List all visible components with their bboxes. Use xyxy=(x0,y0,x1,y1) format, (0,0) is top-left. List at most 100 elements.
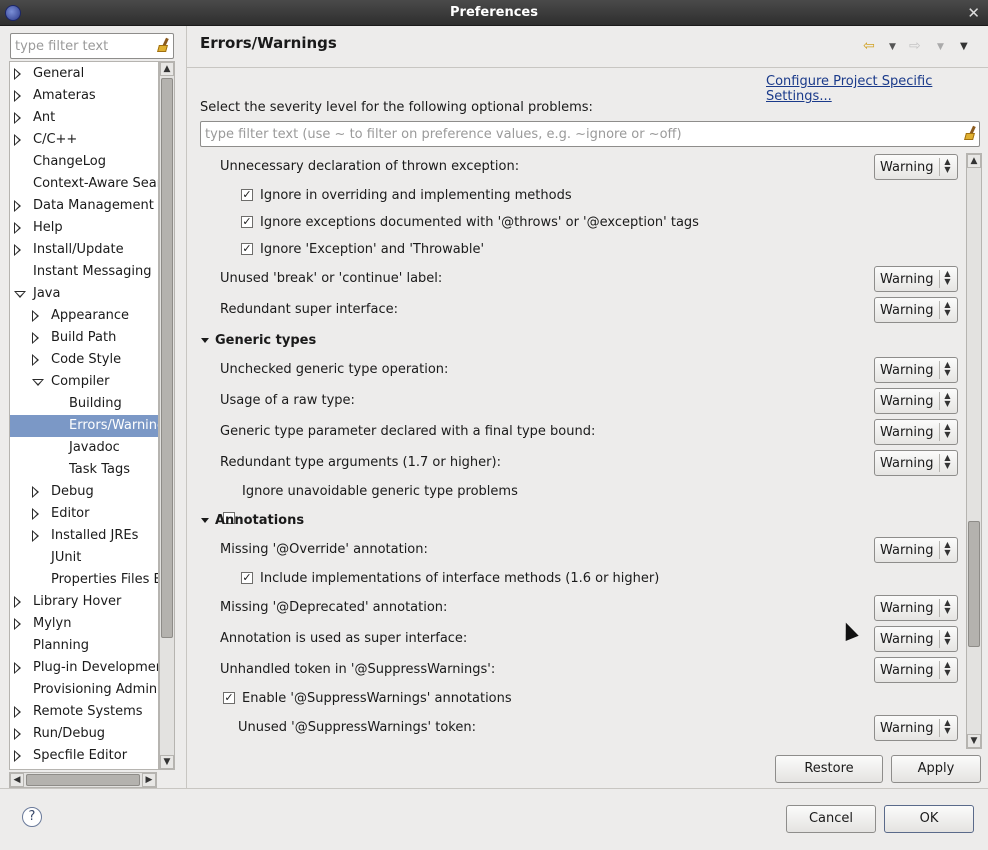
unhandled-token-select[interactable]: Warning ▲ ▼ xyxy=(874,657,958,683)
tree-item-junit[interactable]: JUnit xyxy=(10,547,158,569)
clear-filter-icon[interactable] xyxy=(963,125,977,140)
unnecessary-thrown-select[interactable]: Warning ▲ ▼ xyxy=(874,154,958,180)
tree-item-instant-messaging[interactable]: Instant Messaging xyxy=(10,261,158,283)
restore-defaults-button[interactable]: Restore Defaults xyxy=(775,755,883,802)
help-icon[interactable]: ? xyxy=(22,807,42,827)
collapse-triangle-icon[interactable] xyxy=(201,338,209,343)
tree-item-specfile-editor[interactable]: Specfile Editor xyxy=(10,745,158,767)
section-annotations[interactable]: Annotations xyxy=(215,513,304,528)
tree-filter-input[interactable]: type filter text xyxy=(10,33,174,59)
ignore-exception-checkbox[interactable]: ✓ xyxy=(241,243,253,255)
expand-triangle-icon[interactable] xyxy=(14,662,21,674)
expand-triangle-icon[interactable] xyxy=(14,728,21,740)
expand-triangle-icon[interactable] xyxy=(14,68,21,80)
tree-item-properties-files-e[interactable]: Properties Files E xyxy=(10,569,158,591)
ok-button[interactable]: OK xyxy=(884,805,974,833)
preferences-tree[interactable]: General Amateras Ant C/C++ ChangeLog Context-… xyxy=(9,61,159,770)
hscroll-thumb[interactable] xyxy=(26,774,140,786)
redundant-args-select[interactable]: Warning ▲ ▼ xyxy=(874,450,958,476)
expand-triangle-icon[interactable] xyxy=(14,244,21,256)
forward-arrow-icon[interactable]: ⇨ xyxy=(909,38,921,54)
tree-item-plug-in-development[interactable]: Plug-in Development xyxy=(10,657,158,679)
expand-triangle-icon[interactable] xyxy=(32,530,39,542)
tree-item-ant[interactable]: Ant xyxy=(10,107,158,129)
ignore-overriding-checkbox[interactable]: ✓ xyxy=(241,189,253,201)
expand-triangle-icon[interactable] xyxy=(14,750,21,762)
expand-triangle-icon[interactable] xyxy=(32,486,39,498)
expand-triangle-icon[interactable] xyxy=(14,596,21,608)
tree-item-task-tags[interactable]: Task Tags xyxy=(10,459,158,481)
collapse-triangle-icon[interactable] xyxy=(32,379,44,386)
tree-item-errors-warnings[interactable]: Errors/Warnings xyxy=(10,415,158,437)
expand-triangle-icon[interactable] xyxy=(32,508,39,520)
close-icon[interactable]: ✕ xyxy=(967,4,980,22)
ignore-documented-checkbox[interactable]: ✓ xyxy=(241,216,253,228)
expand-triangle-icon[interactable] xyxy=(32,354,39,366)
scroll-up-arrow-icon[interactable]: ▲ xyxy=(160,62,174,76)
tree-item-javadoc[interactable]: Javadoc xyxy=(10,437,158,459)
scroll-down-arrow-icon[interactable]: ▼ xyxy=(967,734,981,748)
tree-item-provisioning-admin[interactable]: Provisioning Admin xyxy=(10,679,158,701)
tree-item-library-hover[interactable]: Library Hover xyxy=(10,591,158,613)
tree-item-installed-jres[interactable]: Installed JREs xyxy=(10,525,158,547)
tree-item-data-management[interactable]: Data Management xyxy=(10,195,158,217)
missing-deprecated-select[interactable]: Warning ▲ ▼ xyxy=(874,595,958,621)
collapse-triangle-icon[interactable] xyxy=(14,291,26,298)
tree-item-debug[interactable]: Debug xyxy=(10,481,158,503)
apply-button[interactable]: Apply xyxy=(891,755,981,783)
expand-triangle-icon[interactable] xyxy=(14,134,21,146)
cancel-button[interactable]: Cancel xyxy=(786,805,876,833)
tree-item-remote-systems[interactable]: Remote Systems xyxy=(10,701,158,723)
content-vertical-scrollbar[interactable]: ▲ ▼ xyxy=(966,153,982,749)
tree-item-c-c-[interactable]: C/C++ xyxy=(10,129,158,151)
tree-item-planning[interactable]: Planning xyxy=(10,635,158,657)
tree-item-install-update[interactable]: Install/Update xyxy=(10,239,158,261)
expand-triangle-icon[interactable] xyxy=(14,222,21,234)
expand-triangle-icon[interactable] xyxy=(14,90,21,102)
expand-triangle-icon[interactable] xyxy=(32,332,39,344)
tree-item-help[interactable]: Help xyxy=(10,217,158,239)
expand-triangle-icon[interactable] xyxy=(14,618,21,630)
unused-break-select[interactable]: Warning ▲ ▼ xyxy=(874,266,958,292)
annotation-super-select[interactable]: Warning ▲ ▼ xyxy=(874,626,958,652)
include-impl-checkbox[interactable]: ✓ xyxy=(241,572,253,584)
unused-suppress-select[interactable]: Warning ▲ ▼ xyxy=(874,715,958,741)
tree-item-mylyn[interactable]: Mylyn xyxy=(10,613,158,635)
scroll-down-arrow-icon[interactable]: ▼ xyxy=(160,755,174,769)
raw-type-select[interactable]: Warning ▲ ▼ xyxy=(874,388,958,414)
tree-item-changelog[interactable]: ChangeLog xyxy=(10,151,158,173)
back-arrow-icon[interactable]: ⇦ xyxy=(863,38,875,54)
tree-item-code-style[interactable]: Code Style xyxy=(10,349,158,371)
redundant-super-select[interactable]: Warning ▲ ▼ xyxy=(874,297,958,323)
tree-item-building[interactable]: Building xyxy=(10,393,158,415)
expand-triangle-icon[interactable] xyxy=(14,112,21,124)
section-generic-types[interactable]: Generic types xyxy=(215,333,316,348)
tree-horizontal-scrollbar[interactable]: ◀ ▶ xyxy=(9,772,157,788)
view-menu-chevron-icon[interactable]: ▼ xyxy=(960,41,968,52)
collapse-triangle-icon[interactable] xyxy=(201,518,209,523)
scroll-right-arrow-icon[interactable]: ▶ xyxy=(142,773,156,787)
scroll-up-arrow-icon[interactable]: ▲ xyxy=(967,154,981,168)
tree-item-appearance[interactable]: Appearance xyxy=(10,305,158,327)
tree-item-editor[interactable]: Editor xyxy=(10,503,158,525)
final-bound-select[interactable]: Warning ▲ ▼ xyxy=(874,419,958,445)
clear-filter-icon[interactable] xyxy=(156,37,170,52)
forward-menu-chevron-icon[interactable]: ▼ xyxy=(937,42,944,52)
scroll-thumb[interactable] xyxy=(968,521,980,647)
configure-project-settings-link[interactable]: Configure Project Specific Settings... xyxy=(766,74,988,104)
problem-filter-input[interactable]: type filter text (use ~ to filter on pre… xyxy=(200,121,980,147)
tree-item-general[interactable]: General xyxy=(10,63,158,85)
tree-vertical-scrollbar[interactable]: ▲ ▼ xyxy=(159,61,175,770)
unchecked-generic-select[interactable]: Warning ▲ ▼ xyxy=(874,357,958,383)
tree-item-context-aware-searc[interactable]: Context-Aware Searc xyxy=(10,173,158,195)
expand-triangle-icon[interactable] xyxy=(14,200,21,212)
expand-triangle-icon[interactable] xyxy=(32,310,39,322)
tree-item-java[interactable]: Java xyxy=(10,283,158,305)
missing-override-select[interactable]: Warning ▲ ▼ xyxy=(874,537,958,563)
tree-item-build-path[interactable]: Build Path xyxy=(10,327,158,349)
enable-suppress-checkbox[interactable]: ✓ xyxy=(223,692,235,704)
tree-item-compiler[interactable]: Compiler xyxy=(10,371,158,393)
expand-triangle-icon[interactable] xyxy=(14,706,21,718)
tree-item-run-debug[interactable]: Run/Debug xyxy=(10,723,158,745)
back-menu-chevron-icon[interactable]: ▼ xyxy=(889,42,896,52)
